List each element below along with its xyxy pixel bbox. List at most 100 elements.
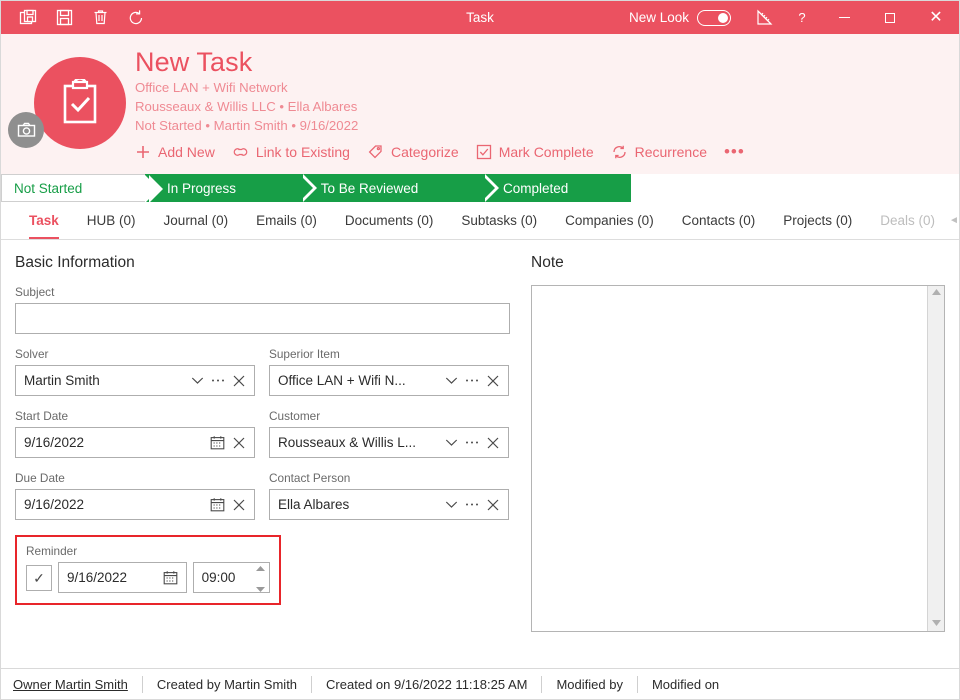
due-date-input[interactable]: 9/16/2022 [15,489,255,520]
reminder-section: Reminder ✓ 9/16/2022 09:00 [15,535,281,605]
status-step-completed[interactable]: Completed [481,174,631,202]
superior-item-field: Superior Item Office LAN + Wifi N... [269,347,509,396]
reminder-date-input[interactable]: 9/16/2022 [58,562,187,593]
ellipsis-icon[interactable] [462,367,482,394]
tab-projects[interactable]: Projects (0) [769,202,866,239]
mark-complete-button[interactable]: Mark Complete [476,144,594,160]
tab-bar: Task HUB (0) Journal (0) Emails (0) Docu… [1,202,959,240]
more-actions-button[interactable]: ••• [724,142,745,162]
ellipsis-icon[interactable] [462,429,482,456]
contact-person-input[interactable]: Ella Albares [269,489,509,520]
tab-label: Emails (0) [256,213,317,228]
delete-icon[interactable] [83,4,117,32]
clear-x-icon[interactable] [228,367,250,394]
tab-subtasks[interactable]: Subtasks (0) [447,202,551,239]
note-scrollbar[interactable] [927,286,944,631]
reminder-checkbox[interactable]: ✓ [26,564,52,591]
customer-input[interactable]: Rousseaux & Willis L... [269,427,509,458]
note-textarea[interactable] [532,286,927,631]
contact-person-label: Contact Person [269,471,351,485]
tab-contacts[interactable]: Contacts (0) [668,202,770,239]
solver-label: Solver [15,347,49,361]
close-button[interactable]: ✕ [913,1,959,34]
add-new-button[interactable]: Add New [135,144,215,160]
close-icon: ✕ [929,8,943,26]
clear-x-icon[interactable] [482,429,504,456]
superior-item-label: Superior Item [269,347,340,361]
note-title: Note [531,254,564,271]
mark-complete-label: Mark Complete [498,144,594,160]
link-to-existing-button[interactable]: Link to Existing [232,144,350,160]
spinner-down-icon[interactable] [256,579,265,597]
add-new-label: Add New [158,144,215,160]
chevron-down-icon[interactable] [440,367,462,394]
owner-link[interactable]: Owner Martin Smith [1,669,142,700]
new-look-toggle[interactable] [697,9,731,26]
calendar-icon[interactable] [206,491,228,518]
superior-item-value: Office LAN + Wifi N... [278,373,406,388]
clear-x-icon[interactable] [482,367,504,394]
header-actions: Add New Link to Existing Categorize Mark… [135,142,745,162]
scroll-down-icon[interactable] [931,620,941,628]
calendar-icon[interactable] [160,564,182,591]
solver-input[interactable]: Martin Smith [15,365,255,396]
clear-x-icon[interactable] [482,491,504,518]
modified-on-label: Modified on [651,676,720,692]
maximize-button[interactable] [867,1,913,34]
categorize-button[interactable]: Categorize [367,144,459,160]
status-step-in-progress[interactable]: In Progress [145,174,317,202]
recurrence-icon [611,144,628,160]
calendar-icon[interactable] [206,429,228,456]
refresh-icon[interactable] [119,4,153,32]
task-window: Task New Look ? ✕ New Task Office LAN + … [0,0,960,700]
status-step-label: To Be Reviewed [320,180,419,196]
status-step-label: Completed [503,180,569,196]
clear-x-icon[interactable] [228,491,250,518]
start-date-input[interactable]: 9/16/2022 [15,427,255,458]
subject-label: Subject [15,285,55,299]
tab-deals[interactable]: Deals (0) [866,202,949,239]
content-area: Basic Information Subject Solver Martin … [1,240,959,668]
basic-information-title: Basic Information [15,254,135,271]
reminder-time-input[interactable]: 09:00 [192,562,270,593]
status-step-to-be-reviewed[interactable]: To Be Reviewed [298,174,500,202]
tab-label: Subtasks (0) [461,213,538,228]
note-editor[interactable] [531,285,945,632]
tab-documents[interactable]: Documents (0) [331,202,448,239]
ellipsis-icon[interactable] [462,491,482,518]
titlebar-tools [1,4,153,32]
scroll-up-icon[interactable] [931,289,941,297]
ellipsis-icon[interactable] [208,367,228,394]
contact-person-value: Ella Albares [278,497,350,512]
chevron-down-icon[interactable] [186,367,208,394]
ruler-pencil-icon[interactable] [745,1,783,34]
tab-emails[interactable]: Emails (0) [242,202,331,239]
tab-hub[interactable]: HUB (0) [73,202,150,239]
tab-companies[interactable]: Companies (0) [551,202,668,239]
recurrence-button[interactable]: Recurrence [611,144,707,160]
clear-x-icon[interactable] [228,429,250,456]
minimize-button[interactable] [821,1,867,34]
subject-input[interactable] [15,303,510,334]
avatar-area [1,34,135,174]
camera-icon[interactable] [8,112,44,148]
help-button[interactable]: ? [783,1,821,34]
save-icon[interactable] [47,4,81,32]
reminder-time-spinner[interactable] [256,558,265,597]
chevron-down-icon[interactable] [440,491,462,518]
customer-label: Customer [269,409,321,423]
superior-item-input[interactable]: Office LAN + Wifi N... [269,365,509,396]
tab-journal[interactable]: Journal (0) [150,202,243,239]
chevron-left-icon[interactable]: ◄ [949,215,959,226]
tab-task[interactable]: Task [15,202,73,239]
tab-label: Deals (0) [880,213,936,228]
tab-label: Contacts (0) [681,213,756,228]
save-and-new-icon[interactable] [11,4,45,32]
spinner-up-icon[interactable] [256,558,265,576]
solver-value: Martin Smith [24,373,100,388]
status-step-not-started[interactable]: Not Started [1,174,163,203]
chevron-down-icon[interactable] [440,429,462,456]
status-step-label: Not Started [14,180,83,196]
reminder-time-value: 09:00 [201,570,236,585]
start-date-value: 9/16/2022 [24,435,85,450]
